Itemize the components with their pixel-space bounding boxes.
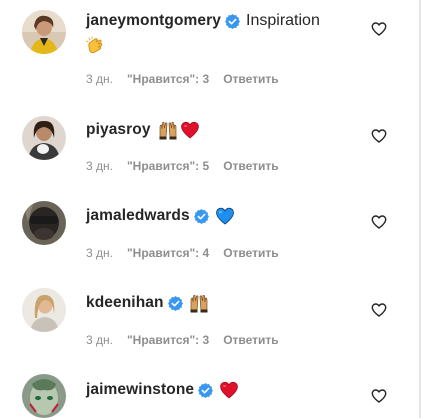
like-heart-icon[interactable] xyxy=(371,21,387,37)
red-heart-emoji-icon xyxy=(219,380,239,400)
avatar[interactable] xyxy=(22,10,66,54)
likes-count-link[interactable]: "Нравится": 3 xyxy=(127,333,209,347)
blue-heart-emoji-icon xyxy=(215,206,235,226)
comment-timestamp: 3 дн. xyxy=(86,246,113,260)
comment-text: Inspiration xyxy=(246,12,320,29)
username[interactable]: janeymontgomery xyxy=(86,12,221,30)
like-heart-icon[interactable] xyxy=(371,302,387,318)
reply-button[interactable]: Ответить xyxy=(223,246,278,260)
username[interactable]: piyasroy xyxy=(86,121,151,139)
username[interactable]: kdeenihan xyxy=(86,294,164,312)
clapping-hands-emoji-icon xyxy=(86,36,106,56)
comments-panel: janeymontgomery Inspiration 3 дн. "Нрави… xyxy=(0,0,421,418)
username[interactable]: jaimewinstone xyxy=(86,381,194,399)
reply-button[interactable]: Ответить xyxy=(223,72,278,86)
comment-timestamp: 3 дн. xyxy=(86,333,113,347)
raising-hands-emoji-icon xyxy=(189,293,209,313)
like-heart-icon[interactable] xyxy=(371,388,387,404)
likes-count-link[interactable]: "Нравится": 4 xyxy=(127,246,209,260)
reply-button[interactable]: Ответить xyxy=(223,159,278,173)
avatar[interactable] xyxy=(22,116,66,160)
likes-count-link[interactable]: "Нравится": 3 xyxy=(127,72,209,86)
like-heart-icon[interactable] xyxy=(371,128,387,144)
comment-timestamp: 3 дн. xyxy=(86,159,113,173)
reply-button[interactable]: Ответить xyxy=(223,333,278,347)
comment-timestamp: 3 дн. xyxy=(86,72,113,86)
red-heart-emoji-icon xyxy=(180,120,200,140)
verified-badge-icon xyxy=(225,13,241,29)
likes-count-link[interactable]: "Нравится": 5 xyxy=(127,159,209,173)
verified-badge-icon xyxy=(167,295,183,311)
raising-hands-emoji-icon xyxy=(158,120,178,140)
avatar[interactable] xyxy=(22,201,66,245)
like-heart-icon[interactable] xyxy=(371,214,387,230)
verified-badge-icon xyxy=(198,382,214,398)
avatar[interactable] xyxy=(22,288,66,332)
verified-badge-icon xyxy=(193,208,209,224)
avatar[interactable] xyxy=(22,374,66,418)
username[interactable]: jamaledwards xyxy=(86,207,190,225)
